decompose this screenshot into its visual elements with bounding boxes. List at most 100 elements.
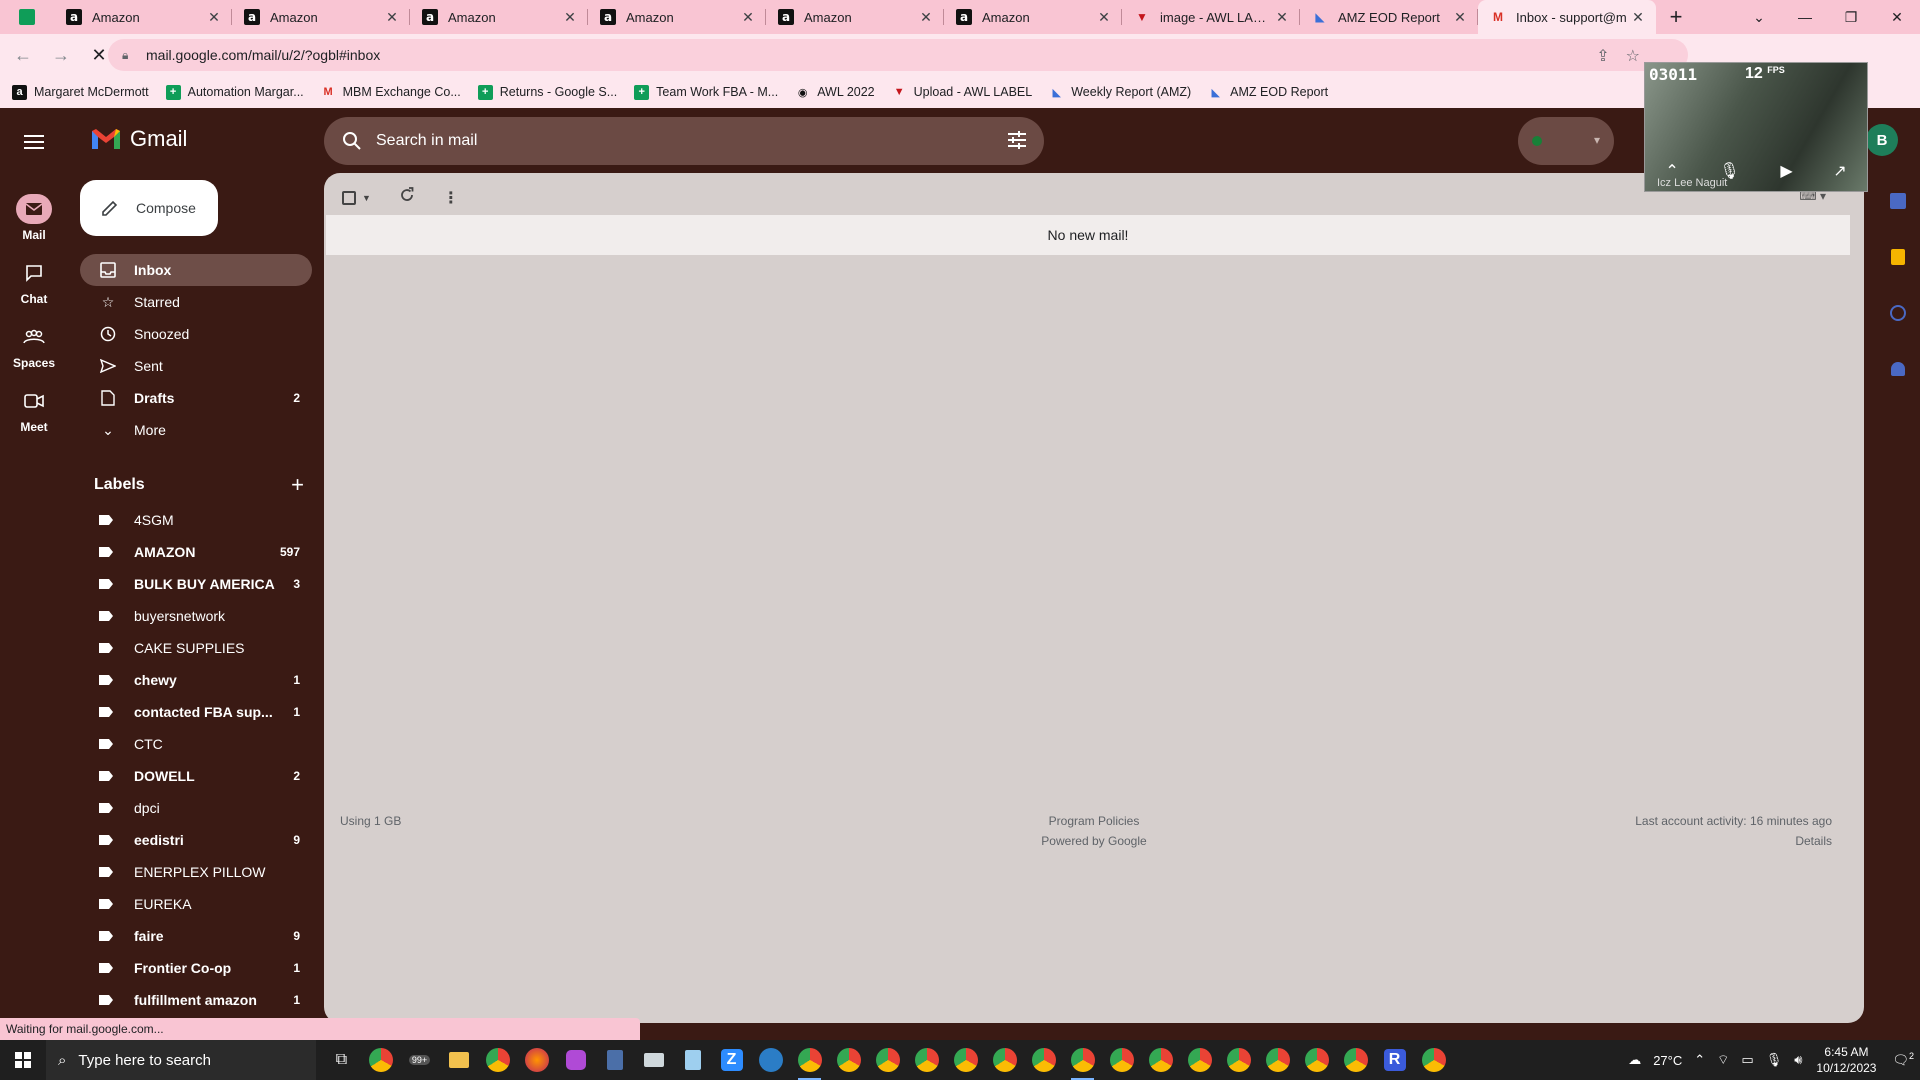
browser-tab[interactable]: a Amazon ✕ xyxy=(410,0,588,34)
notes-icon[interactable] xyxy=(673,1040,712,1080)
label-item[interactable]: contacted FBA sup... 1 xyxy=(80,696,312,728)
label-item[interactable]: dpci xyxy=(80,792,312,824)
chrome-window-icon[interactable] xyxy=(1297,1040,1336,1080)
label-item[interactable]: CTC xyxy=(80,728,312,760)
lock-icon[interactable]: 🔒︎ xyxy=(122,48,136,63)
rail-item-mail[interactable]: Mail xyxy=(0,194,68,242)
bookmark-item[interactable]: ◣ AMZ EOD Report xyxy=(1208,85,1328,100)
firefox-icon[interactable] xyxy=(517,1040,556,1080)
zoom-icon[interactable]: Z xyxy=(712,1040,751,1080)
label-item[interactable]: eedistri 9 xyxy=(80,824,312,856)
task-view-icon[interactable]: ⧉ xyxy=(322,1040,361,1080)
chrome-window-icon[interactable] xyxy=(868,1040,907,1080)
gmail-logo[interactable]: Gmail xyxy=(90,126,187,152)
close-tab-icon[interactable]: ✕ xyxy=(1096,9,1112,26)
select-all-checkbox[interactable]: ▼ xyxy=(342,190,371,205)
calendar-icon[interactable] xyxy=(1876,173,1920,229)
new-tab-button[interactable]: + xyxy=(1656,0,1696,34)
remote-app-icon[interactable]: R xyxy=(1375,1040,1414,1080)
chrome-window-icon[interactable] xyxy=(1219,1040,1258,1080)
chrome-icon[interactable] xyxy=(361,1040,400,1080)
bookmark-item[interactable]: a Margaret McDermott xyxy=(12,84,149,100)
avatar[interactable]: B xyxy=(1866,124,1898,156)
chrome-window-icon[interactable] xyxy=(790,1040,829,1080)
label-item[interactable]: CAKE SUPPLIES xyxy=(80,632,312,664)
bookmark-item[interactable]: M MBM Exchange Co... xyxy=(321,85,461,100)
share-icon[interactable]: ⇪ xyxy=(1596,46,1609,66)
more-options-icon[interactable]: ⋮ xyxy=(443,188,459,208)
system-clock[interactable]: 6:45 AM 10/12/2023 xyxy=(1816,1044,1876,1076)
rail-item-chat[interactable]: Chat xyxy=(0,258,68,306)
chrome-window-icon[interactable] xyxy=(1180,1040,1219,1080)
bookmark-star-icon[interactable]: ☆ xyxy=(1626,46,1640,66)
bookmark-item[interactable]: ◣ Weekly Report (AMZ) xyxy=(1049,85,1192,100)
chrome-window-icon[interactable] xyxy=(829,1040,868,1080)
label-item[interactable]: faire 9 xyxy=(80,920,312,952)
taskbar-search-input[interactable]: ⌕ Type here to search xyxy=(46,1040,316,1080)
label-item[interactable]: Frontier Co-op 1 xyxy=(80,952,312,984)
keep-icon[interactable] xyxy=(1876,229,1920,285)
nav-item-inbox[interactable]: Inbox xyxy=(80,254,312,286)
search-options-icon[interactable] xyxy=(1006,129,1028,151)
browser-tab[interactable]: a Amazon ✕ xyxy=(588,0,766,34)
chrome-window-icon[interactable] xyxy=(1336,1040,1375,1080)
close-tab-icon[interactable]: ✕ xyxy=(1452,9,1468,26)
close-tab-icon[interactable]: ✕ xyxy=(1630,9,1646,26)
compose-button[interactable]: Compose xyxy=(80,180,218,236)
chrome-profile-icon[interactable] xyxy=(478,1040,517,1080)
contacts-icon[interactable] xyxy=(1876,341,1920,397)
snipping-tool-icon[interactable] xyxy=(634,1040,673,1080)
browser-tab[interactable]: a Amazon ✕ xyxy=(232,0,410,34)
label-item[interactable]: fulfillment amazon 1 xyxy=(80,984,312,1016)
bookmark-item[interactable]: + Team Work FBA - M... xyxy=(634,84,778,100)
bookmark-item[interactable]: + Automation Margar... xyxy=(165,84,304,100)
volume-icon[interactable]: 🔊︎ xyxy=(1794,1052,1802,1068)
rail-item-spaces[interactable]: Spaces xyxy=(0,322,68,370)
nav-item-drafts[interactable]: Drafts 2 xyxy=(80,382,312,414)
close-tab-icon[interactable]: ✕ xyxy=(384,9,400,26)
back-icon[interactable]: ← xyxy=(8,40,38,70)
chrome-window-icon[interactable] xyxy=(1063,1040,1102,1080)
notifications-icon[interactable]: 🗨︎2 xyxy=(1892,1051,1914,1068)
file-explorer-icon[interactable] xyxy=(439,1040,478,1080)
nav-item-starred[interactable]: ☆ Starred xyxy=(80,286,312,318)
battery-icon[interactable]: ▭ xyxy=(1741,1052,1753,1068)
mail-app-icon[interactable]: 99+ xyxy=(400,1040,439,1080)
label-item[interactable]: ENERPLEX PILLOW xyxy=(80,856,312,888)
bookmark-item[interactable]: ◉ AWL 2022 xyxy=(795,85,875,100)
chevron-up-icon[interactable]: ⌃ xyxy=(1694,1052,1705,1068)
video-call-overlay[interactable]: 03011 12 FPS ⌃ 🎙︎ ▶ ↗ Icz Lee Naguit xyxy=(1644,62,1868,192)
tasks-icon[interactable] xyxy=(1876,285,1920,341)
windows-start-icon[interactable] xyxy=(0,1040,46,1080)
label-item[interactable]: buyersnetwork xyxy=(80,600,312,632)
edge-icon[interactable] xyxy=(751,1040,790,1080)
browser-tab[interactable]: ▼ image - AWL LABEL ✕ xyxy=(1122,0,1300,34)
nav-item-more[interactable]: ⌄ More xyxy=(80,414,312,446)
bookmark-item[interactable]: ▼ Upload - AWL LABEL xyxy=(892,85,1033,100)
chrome-window-icon[interactable] xyxy=(985,1040,1024,1080)
program-policies-link[interactable]: Program Policies xyxy=(324,811,1864,831)
microphone-icon[interactable]: 🎙︎ xyxy=(1766,1052,1783,1068)
label-item[interactable]: EUREKA xyxy=(80,888,312,920)
close-window-icon[interactable]: ✕ xyxy=(1874,0,1920,34)
browser-tab[interactable]: ◣ AMZ EOD Report ✕ xyxy=(1300,0,1478,34)
close-tab-icon[interactable]: ✕ xyxy=(1274,9,1290,26)
minimize-icon[interactable]: — xyxy=(1782,0,1828,34)
label-item[interactable]: DOWELL 2 xyxy=(80,760,312,792)
chrome-window-icon[interactable] xyxy=(1024,1040,1063,1080)
popout-icon[interactable]: ↗ xyxy=(1833,161,1846,181)
address-bar[interactable]: 🔒︎ mail.google.com/mail/u/2/?ogbl#inbox … xyxy=(108,39,1688,71)
label-item[interactable]: 4SGM xyxy=(80,504,312,536)
nav-item-sent[interactable]: Sent xyxy=(80,350,312,382)
tab-search-icon[interactable]: ⌄ xyxy=(1736,0,1782,34)
refresh-icon[interactable] xyxy=(399,187,415,208)
chrome-window-icon[interactable] xyxy=(1414,1040,1453,1080)
chrome-window-icon[interactable] xyxy=(1141,1040,1180,1080)
weather-icon[interactable]: ☁ xyxy=(1628,1052,1641,1068)
forward-icon[interactable]: → xyxy=(46,40,76,70)
bookmark-item[interactable]: + Returns - Google S... xyxy=(477,84,617,100)
browser-tab[interactable]: a Amazon ✕ xyxy=(54,0,232,34)
close-tab-icon[interactable]: ✕ xyxy=(562,9,578,26)
browser-tab-active[interactable]: M Inbox - support@m ✕ xyxy=(1478,0,1656,34)
search-mail-input[interactable]: Search in mail xyxy=(324,117,1044,165)
